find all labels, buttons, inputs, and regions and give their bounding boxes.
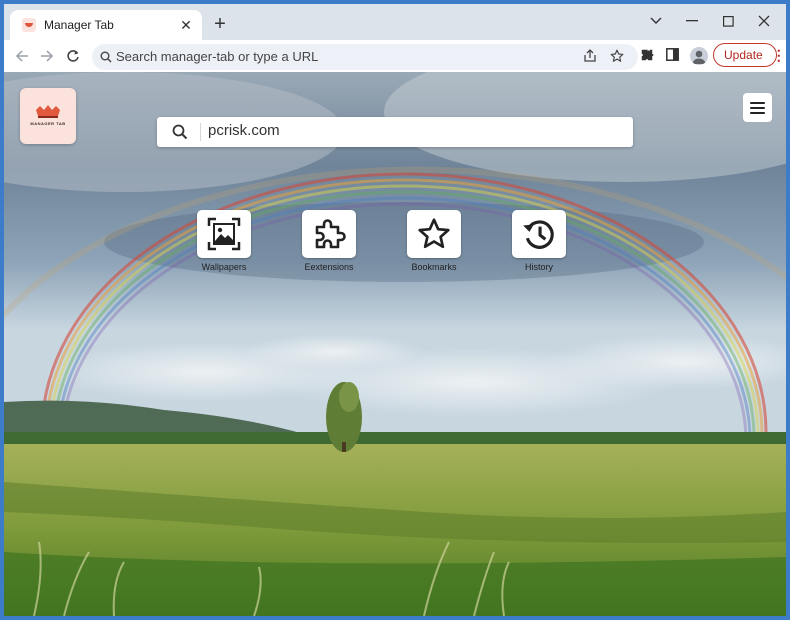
more-vert-icon[interactable]: ⋮ — [772, 48, 786, 62]
search-box[interactable]: pcrisk.com — [157, 117, 633, 147]
dropdown-icon[interactable] — [638, 10, 674, 32]
close-icon[interactable]: ✕ — [176, 15, 196, 35]
tab-manager[interactable]: Manager Tab ✕ — [10, 10, 202, 40]
tile-wallpapers[interactable]: Wallpapers — [196, 210, 252, 272]
tile-label: Bookmarks — [411, 262, 457, 272]
back-button[interactable] — [10, 44, 34, 68]
star-icon[interactable] — [407, 210, 461, 258]
tab-strip: Manager Tab ✕ + — [4, 4, 786, 40]
omnibox-placeholder[interactable]: Search manager-tab or type a URL — [116, 49, 318, 64]
search-divider — [200, 123, 201, 141]
forward-button[interactable] — [35, 44, 59, 68]
search-input[interactable]: pcrisk.com — [208, 122, 280, 139]
minimize-button[interactable] — [674, 10, 710, 32]
tile-label: Wallpapers — [201, 262, 247, 272]
browser-window: Manager Tab ✕ + Search manager-tab or ty… — [4, 4, 786, 616]
share-icon[interactable] — [583, 49, 597, 68]
toolbar: Search manager-tab or type a URL Update … — [4, 40, 786, 72]
bookmark-star-icon[interactable] — [610, 49, 624, 68]
logo-icon — [36, 105, 60, 118]
reload-button[interactable] — [61, 44, 85, 68]
maximize-button[interactable] — [710, 10, 746, 32]
tile-bookmarks[interactable]: Bookmarks — [406, 210, 462, 272]
side-panel-icon[interactable] — [666, 48, 679, 66]
logo[interactable]: MANAGER TAB — [20, 88, 76, 144]
tile-label: Eextensions — [304, 262, 354, 272]
update-label: Update — [724, 48, 763, 62]
search-icon — [100, 50, 112, 68]
tile-history[interactable]: History — [511, 210, 567, 272]
new-tab-page: MANAGER TAB pcrisk.com Wallpapers Eexten… — [4, 72, 786, 616]
window-close-button[interactable] — [746, 10, 782, 32]
logo-text: MANAGER TAB — [30, 121, 66, 126]
tile-label: History — [524, 262, 553, 272]
favicon-icon — [22, 18, 36, 32]
update-button[interactable]: Update ⋮ — [713, 43, 786, 67]
search-icon[interactable] — [172, 124, 188, 145]
background-image — [4, 72, 786, 616]
extensions-icon[interactable] — [640, 48, 654, 67]
tab-title: Manager Tab — [44, 18, 114, 32]
tile-extensions[interactable]: Eextensions — [301, 210, 357, 272]
new-tab-button[interactable]: + — [209, 14, 231, 36]
profile-avatar[interactable] — [690, 47, 708, 65]
puzzle-icon[interactable] — [302, 210, 356, 258]
omnibox[interactable]: Search manager-tab or type a URL — [92, 44, 638, 70]
history-icon[interactable] — [512, 210, 566, 258]
menu-button[interactable] — [743, 93, 772, 122]
image-icon[interactable] — [197, 210, 251, 258]
